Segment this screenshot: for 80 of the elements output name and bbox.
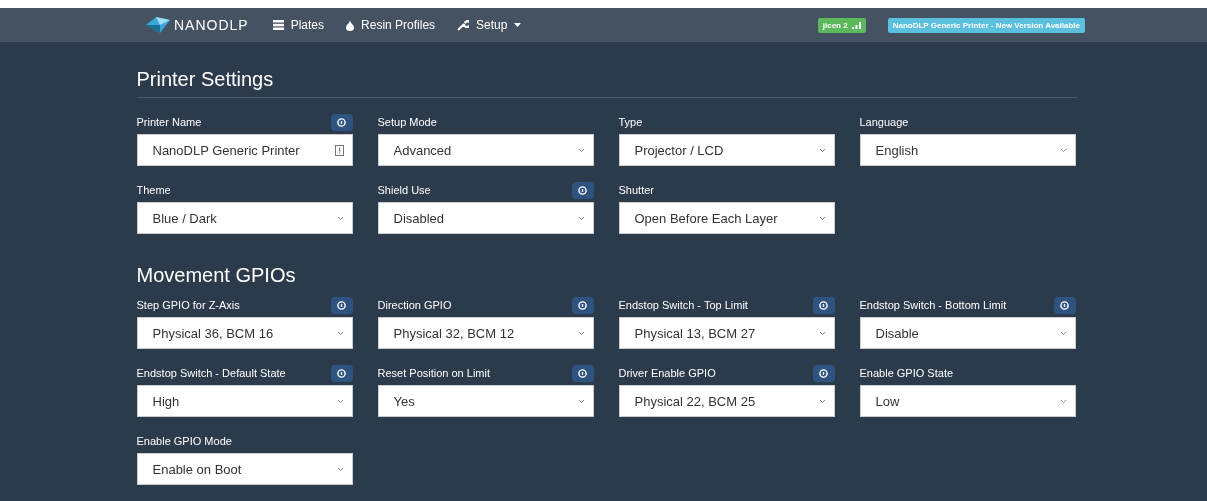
field-label: Shutter bbox=[618, 184, 654, 196]
chevron-down-icon bbox=[336, 330, 344, 336]
chevron-down-icon bbox=[336, 215, 344, 221]
select-field[interactable]: Physical 22, BCM 25 bbox=[618, 385, 835, 417]
select-field[interactable]: Disabled bbox=[377, 202, 594, 234]
nav-link[interactable]: Resin Profiles bbox=[346, 18, 436, 32]
drop-icon bbox=[346, 19, 355, 31]
info-button[interactable] bbox=[1053, 296, 1076, 314]
field-label: Endstop Switch - Default State bbox=[136, 367, 286, 379]
info-button[interactable] bbox=[571, 364, 594, 382]
chevron-down-icon bbox=[1059, 147, 1067, 153]
chevron-down-icon bbox=[577, 147, 585, 153]
select-field[interactable]: Physical 32, BCM 12 bbox=[377, 317, 594, 349]
field-label: Enable GPIO Mode bbox=[136, 435, 232, 447]
field-label: Endstop Switch - Top Limit bbox=[618, 299, 748, 311]
select-field[interactable]: Advanced bbox=[377, 134, 594, 166]
chevron-down-icon bbox=[1059, 330, 1067, 336]
field-label: Type bbox=[618, 116, 643, 128]
field-label: Printer Name bbox=[136, 116, 202, 128]
info-button[interactable] bbox=[812, 364, 835, 382]
info-icon bbox=[337, 300, 346, 310]
network-badge: jicen 2 bbox=[817, 17, 866, 33]
info-icon bbox=[819, 368, 828, 378]
info-icon bbox=[337, 117, 346, 127]
field-label: Language bbox=[859, 116, 909, 128]
info-icon bbox=[578, 368, 587, 378]
select-field[interactable]: Projector / LCD bbox=[618, 134, 835, 166]
info-button[interactable] bbox=[330, 364, 353, 382]
chevron-down-icon bbox=[577, 215, 585, 221]
chevron-down-icon bbox=[577, 330, 585, 336]
info-icon bbox=[337, 368, 346, 378]
select-field[interactable]: Disable bbox=[859, 317, 1076, 349]
wrench-icon bbox=[457, 19, 470, 31]
info-icon bbox=[578, 185, 587, 195]
field-label: Shield Use bbox=[377, 184, 431, 196]
select-field[interactable]: Physical 36, BCM 16 bbox=[136, 317, 353, 349]
chevron-down-icon bbox=[336, 398, 344, 404]
chevron-down-icon bbox=[1059, 398, 1067, 404]
list-icon bbox=[272, 20, 284, 30]
field-label: Driver Enable GPIO bbox=[618, 367, 716, 379]
field-label: Enable GPIO State bbox=[859, 367, 954, 379]
info-icon bbox=[819, 300, 828, 310]
section-title: Movement GPIOs bbox=[136, 264, 297, 288]
chevron-down-icon bbox=[336, 466, 344, 472]
field-label: Endstop Switch - Bottom Limit bbox=[859, 299, 1007, 311]
select-field[interactable]: Yes bbox=[377, 385, 594, 417]
info-button[interactable] bbox=[571, 296, 594, 314]
chevron-down-icon bbox=[577, 398, 585, 404]
info-button[interactable] bbox=[330, 113, 353, 131]
info-icon bbox=[1060, 300, 1069, 310]
caret-icon bbox=[514, 23, 522, 27]
signal-icon bbox=[851, 21, 861, 29]
nav-link[interactable]: Plates bbox=[272, 18, 325, 32]
text-field[interactable]: NanoDLP Generic Printer bbox=[136, 134, 353, 166]
field-label: Setup Mode bbox=[377, 116, 437, 128]
status-badge: NanoDLP Generic Printer - New Version Available bbox=[887, 17, 1085, 33]
field-label: Theme bbox=[136, 184, 171, 196]
nav-link[interactable]: Setup bbox=[457, 18, 522, 32]
select-field[interactable]: English bbox=[859, 134, 1076, 166]
info-button[interactable] bbox=[571, 181, 594, 199]
select-field[interactable]: Physical 13, BCM 27 bbox=[618, 317, 835, 349]
chevron-down-icon bbox=[818, 398, 826, 404]
info-icon bbox=[578, 300, 587, 310]
select-field[interactable]: Enable on Boot bbox=[136, 453, 353, 485]
select-field[interactable]: Open Before Each Layer bbox=[618, 202, 835, 234]
chevron-down-icon bbox=[818, 330, 826, 336]
chevron-down-icon bbox=[818, 147, 826, 153]
brand-link[interactable]: NANODLP bbox=[146, 17, 249, 33]
info-button[interactable] bbox=[812, 296, 835, 314]
logo-icon bbox=[146, 17, 170, 33]
field-label: Direction GPIO bbox=[377, 299, 452, 311]
select-field[interactable]: Low bbox=[859, 385, 1076, 417]
field-label: Reset Position on Limit bbox=[377, 367, 490, 379]
info-button[interactable] bbox=[330, 296, 353, 314]
field-icon bbox=[334, 144, 344, 156]
select-field[interactable]: Blue / Dark bbox=[136, 202, 353, 234]
section-title: Printer Settings bbox=[136, 68, 1077, 98]
field-label: Step GPIO for Z-Axis bbox=[136, 299, 240, 311]
chevron-down-icon bbox=[818, 215, 826, 221]
select-field[interactable]: High bbox=[136, 385, 353, 417]
